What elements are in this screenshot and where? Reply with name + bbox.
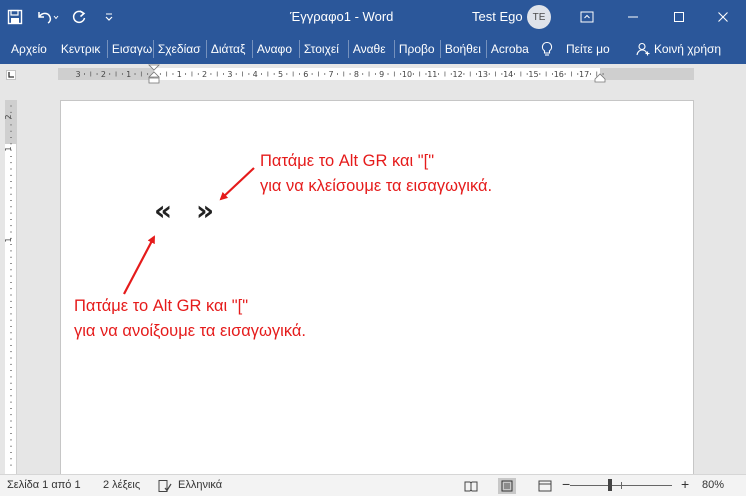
ruler-number: 10: [402, 70, 412, 79]
tab-mailings[interactable]: Στοιχεί: [300, 34, 348, 64]
close-quote: »: [196, 194, 215, 227]
ruler-number: 7: [329, 70, 334, 79]
vertical-ruler-ticks: 211: [5, 105, 13, 466]
tab-stop-selector[interactable]: [6, 70, 16, 80]
ruler-number: 1: [126, 70, 131, 79]
share-person-icon: [636, 42, 650, 56]
quick-access-toolbar: [0, 0, 124, 34]
undo-button[interactable]: [30, 0, 64, 34]
redo-icon: [72, 10, 86, 24]
ruler-number: 3: [76, 70, 81, 79]
zoom-out-button[interactable]: −: [562, 476, 570, 492]
tab-acrobat[interactable]: Acroba: [487, 34, 533, 64]
web-layout-icon: [538, 480, 552, 492]
ruler-number: 5: [278, 70, 283, 79]
print-layout-icon: [501, 480, 513, 492]
tab-design[interactable]: Σχεδίασ: [154, 34, 206, 64]
status-bar: Σελίδα 1 από 1 2 λέξεις Ελληνικά − + 80%: [0, 474, 746, 496]
zoom-in-button[interactable]: +: [681, 476, 689, 492]
tab-layout[interactable]: Διάταξ: [207, 34, 252, 64]
user-name[interactable]: Test Ego: [472, 9, 523, 24]
zoom-slider-thumb[interactable]: [607, 479, 612, 491]
undo-icon: [38, 12, 59, 24]
annotation-line: για να κλείσουμε τα εισαγωγικά.: [260, 177, 493, 195]
tab-references[interactable]: Αναφο: [253, 34, 299, 64]
tab-view[interactable]: Προβο: [395, 34, 440, 64]
annotation-line: Πατάμε το Alt GR και "[": [260, 152, 435, 170]
ruler-number: 16: [554, 70, 564, 79]
tab-file[interactable]: Αρχείο: [0, 34, 57, 64]
document-title: Έγγραφο1 - Word: [290, 9, 394, 24]
print-layout-button[interactable]: [498, 478, 516, 494]
ruler-number: 3: [227, 70, 232, 79]
tab-home[interactable]: Κεντρικ: [57, 34, 107, 64]
minimize-button[interactable]: [610, 0, 656, 34]
vertical-ruler[interactable]: 211: [5, 100, 17, 474]
ribbon-display-options-button[interactable]: [564, 0, 610, 34]
ruler-number: 4: [253, 70, 258, 79]
ruler-number: 14: [503, 70, 513, 79]
word-count[interactable]: 2 λέξεις: [103, 479, 140, 491]
close-icon: [718, 12, 728, 22]
customize-toolbar-button[interactable]: [94, 0, 124, 34]
read-mode-icon: [464, 481, 478, 492]
ruler-number: 6: [303, 70, 308, 79]
annotation-line: για να ανοίξουμε τα εισαγωγικά.: [74, 322, 307, 340]
proofing-icon[interactable]: [157, 478, 173, 494]
chevron-down-icon: [105, 13, 113, 21]
ruler-number: 11: [427, 70, 437, 79]
avatar[interactable]: TE: [527, 5, 551, 29]
ruler-number: 17: [579, 70, 589, 79]
share-label: Κοινή χρήση: [654, 42, 722, 56]
open-quote: «: [154, 194, 173, 227]
language[interactable]: Ελληνικά: [178, 479, 222, 491]
maximize-icon: [674, 12, 684, 22]
tab-review[interactable]: Αναθε: [349, 34, 394, 64]
tab-insert[interactable]: Εισαγω: [108, 34, 153, 64]
lightbulb-icon: [541, 41, 553, 56]
indent-markers[interactable]: [147, 64, 161, 85]
read-mode-button[interactable]: [463, 478, 479, 494]
save-button[interactable]: [0, 0, 30, 34]
ribbon-options-icon: [580, 11, 594, 23]
maximize-button[interactable]: [656, 0, 702, 34]
annotation-line: Πατάμε το Alt GR και "[": [74, 297, 249, 315]
zoom-slider-center-tick: [621, 482, 622, 489]
redo-button[interactable]: [64, 0, 94, 34]
ruler-number: 2: [202, 70, 207, 79]
tell-me-label: Πείτε μο: [566, 42, 610, 56]
horizontal-ruler[interactable]: 3 2 1 1 2 3 4 5 6 7 8 9 10 11 12 13 14 15 16 17: [58, 64, 694, 84]
ruler-number: 2: [101, 70, 106, 79]
save-icon: [7, 9, 23, 25]
ruler-number: 12: [453, 70, 463, 79]
ruler-number: 15: [528, 70, 538, 79]
page-count[interactable]: Σελίδα 1 από 1: [7, 479, 81, 491]
tab-help[interactable]: Βοήθει: [441, 34, 486, 64]
web-layout-button[interactable]: [537, 478, 553, 494]
close-button[interactable]: [700, 0, 746, 34]
right-indent-marker[interactable]: [594, 73, 606, 83]
tell-me-search[interactable]: Πείτε μο: [540, 34, 610, 64]
ribbon-tabs: Αρχείο Κεντρικ Εισαγω Σχεδίασ Διάταξ Ανα…: [0, 34, 746, 64]
zoom-level[interactable]: 80%: [702, 479, 724, 491]
ruler-number: 9: [379, 70, 384, 79]
ruler-number: 13: [478, 70, 488, 79]
ruler-number: 1: [177, 70, 182, 79]
minimize-icon: [628, 16, 638, 18]
title-bar: Έγγραφο1 - Word Test Ego TE: [0, 0, 746, 34]
ruler-number: 8: [354, 70, 359, 79]
ruler-number: 1: [5, 146, 13, 151]
annotation-close-quote: Πατάμε το Alt GR και "[" για να κλείσουμ…: [260, 149, 492, 199]
left-tab-icon: [8, 72, 14, 78]
share-button[interactable]: Κοινή χρήση: [636, 34, 721, 64]
annotation-open-quote: Πατάμε το Alt GR και "[" για να ανοίξουμ…: [74, 294, 306, 344]
